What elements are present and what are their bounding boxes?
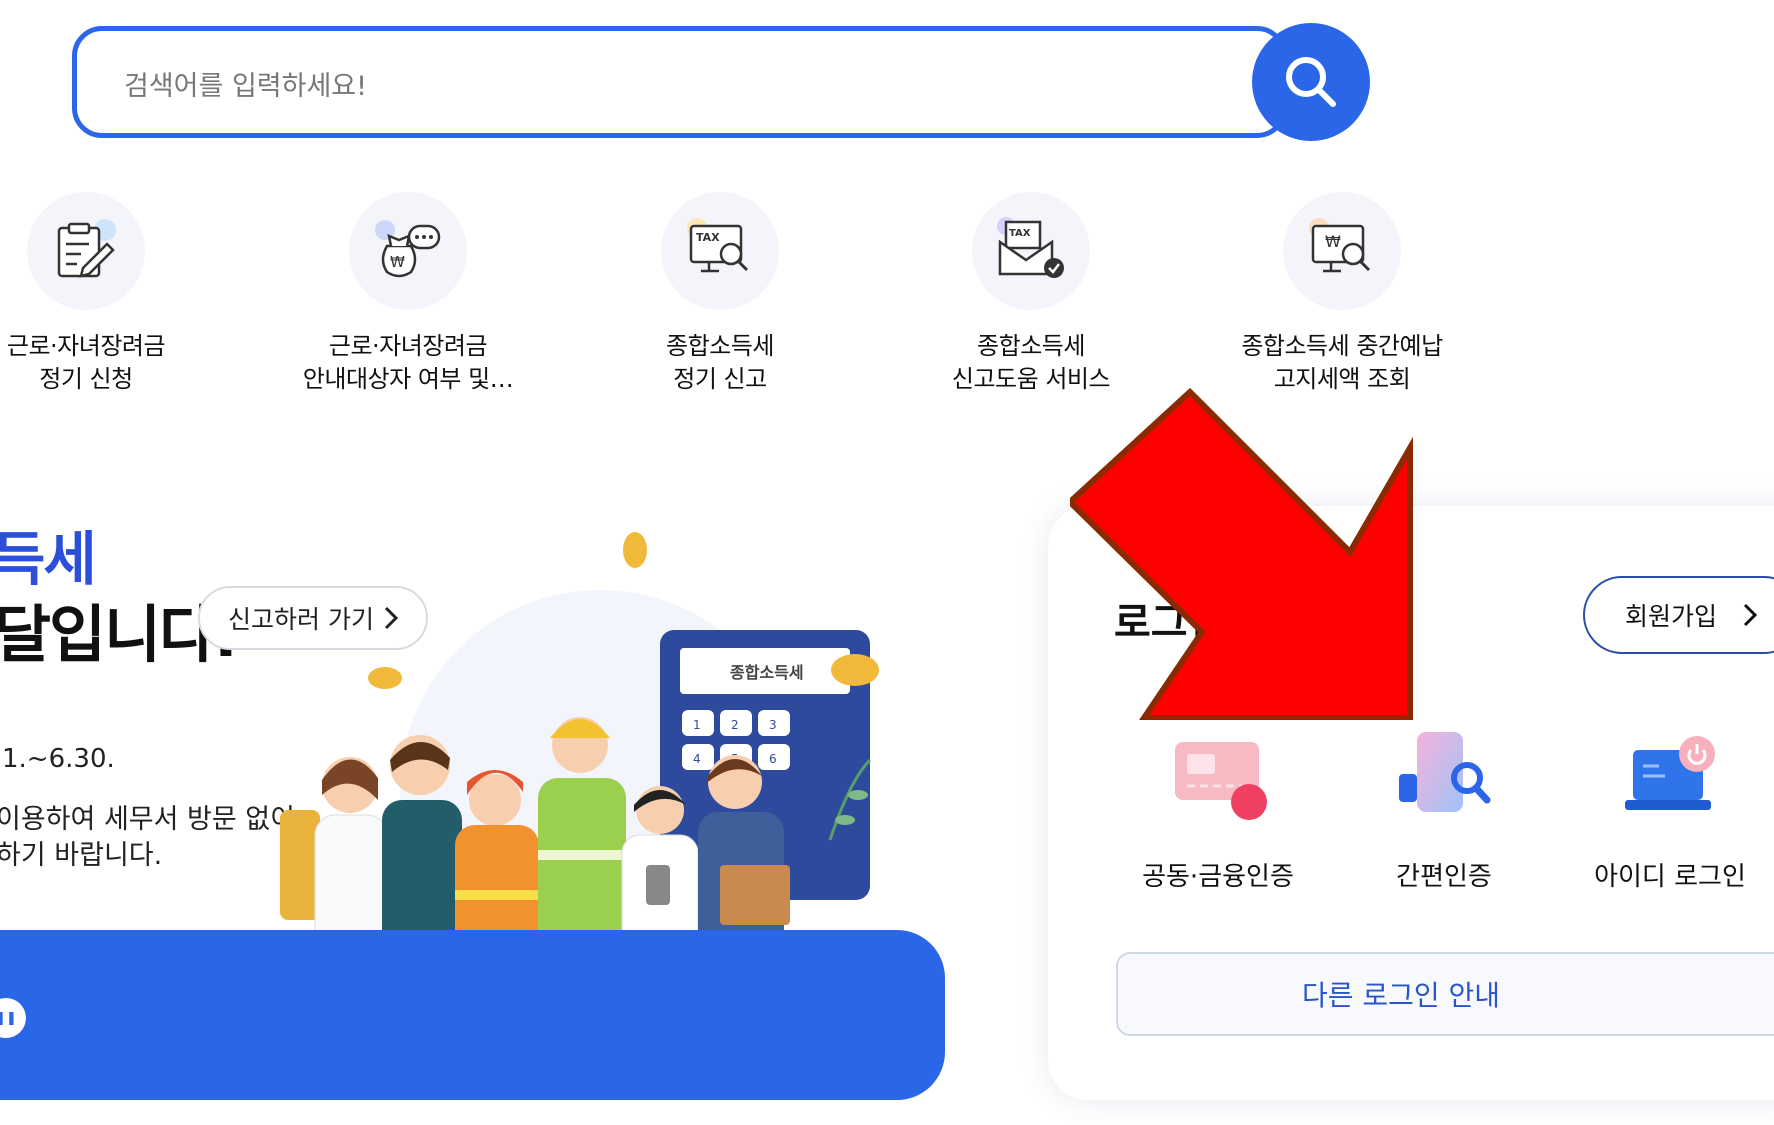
other-login-guide-button[interactable]: 다른 로그인 안내 [1116, 952, 1774, 1036]
calc-key-6: 6 [769, 752, 777, 766]
join-button[interactable]: 회원가입 [1583, 576, 1774, 654]
quick-menu-item-4[interactable]: TAX 종합소득세 신고도움 서비스 [901, 192, 1161, 396]
quick-menu-item-2[interactable]: ₩ 근로·자녀장려금안내대상자 여부 및… [278, 192, 538, 396]
search-box [72, 26, 1287, 138]
money-bag-chat-icon: ₩ [375, 220, 441, 278]
clipboard-pen-icon [57, 219, 116, 278]
banner-bottom-bar [0, 930, 945, 1100]
search-input[interactable] [122, 57, 1226, 115]
won-monitor-search-icon: ₩ [1309, 218, 1371, 273]
quick-label-line1: 종합소득세 중간예납 [1241, 332, 1443, 360]
login-option-simple-auth[interactable]: 간편인증 [1344, 730, 1544, 893]
login-option-certificate[interactable]: 공동·금융인증 [1118, 730, 1318, 893]
desc-line2: 하기 바랍니다. [0, 840, 163, 871]
calc-key-4: 4 [693, 752, 701, 766]
quick-label-line2: 안내대상자 여부 및… [302, 365, 514, 393]
quick-menu-item-5[interactable]: ₩ 종합소득세 중간예납 고지세액 조회 [1212, 192, 1472, 396]
desc-line1: 이용하여 세무서 방문 없이 [0, 804, 295, 835]
svg-text:₩: ₩ [390, 253, 405, 271]
simple-auth-phone-icon [1399, 732, 1491, 812]
svg-text:₩: ₩ [1325, 232, 1341, 251]
login-option-id[interactable]: 아이디 로그인 [1570, 730, 1770, 893]
tax-monitor-search-icon: TAX [687, 218, 749, 273]
quick-menu-item-3[interactable]: TAX 종합소득세정기 신고 [590, 192, 850, 396]
pause-icon: ❚❚ [0, 1010, 17, 1026]
quick-label-line1: 종합소득세 [666, 332, 774, 360]
quick-label-line2: 정기 신청 [39, 365, 133, 393]
svg-text:TAX: TAX [1009, 228, 1031, 239]
tax-envelope-check-icon: TAX [997, 217, 1064, 278]
taxpayers-illustration: 종합소득세 1 2 3 4 5 6 [280, 532, 879, 990]
quick-label-line1: 근로·자녀장려금 [6, 332, 166, 360]
certificate-card-icon [1175, 742, 1267, 820]
quick-label-line1: 근로·자녀장려금 [328, 332, 488, 360]
search-icon [1286, 57, 1336, 107]
login-option-label: 아이디 로그인 [1594, 862, 1746, 892]
red-arrow-annotation [1070, 387, 1413, 720]
quick-label-line2: 정기 신고 [673, 365, 767, 393]
chevron-right-icon [1743, 603, 1758, 627]
svg-text:TAX: TAX [696, 231, 720, 244]
calc-key-2: 2 [731, 718, 739, 732]
banner-description: 이용하여 세무서 방문 없이 하기 바랍니다. [0, 802, 295, 874]
calc-key-1: 1 [693, 718, 701, 732]
login-option-label: 간편인증 [1396, 862, 1492, 892]
calculator-label: 종합소득세 [730, 663, 804, 682]
quick-menu-item-1[interactable]: 근로·자녀장려금정기 신청 [0, 192, 216, 396]
login-option-label: 공동·금융인증 [1142, 862, 1294, 892]
join-label: 회원가입 [1625, 602, 1718, 631]
search-bar [72, 23, 1372, 144]
quick-label-line1: 종합소득세 [977, 332, 1085, 360]
search-button[interactable] [1252, 23, 1370, 141]
calc-key-3: 3 [769, 718, 777, 732]
laptop-power-icon [1625, 736, 1715, 810]
other-login-label: 다른 로그인 안내 [1301, 979, 1501, 1012]
banner-period: 1.~6.30. [2, 744, 115, 774]
